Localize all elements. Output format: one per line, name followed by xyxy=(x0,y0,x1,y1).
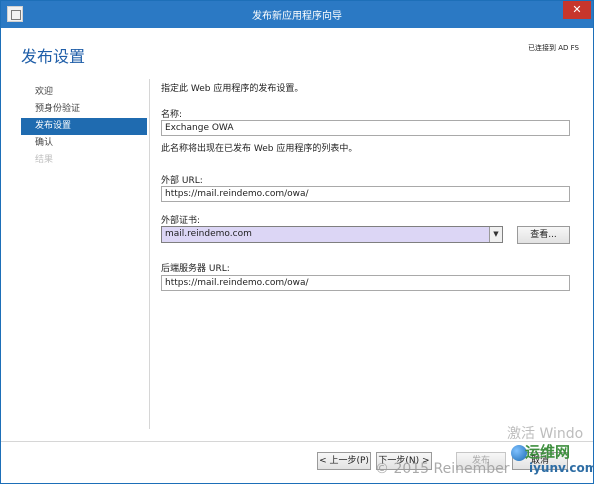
external-certificate-select[interactable]: mail.reindemo.com ▼ xyxy=(161,226,503,243)
copyright-watermark: © 2015 Reinember xyxy=(375,461,510,477)
external-url-input[interactable]: https://mail.reindemo.com/owa/ xyxy=(161,186,570,202)
previous-button[interactable]: < 上一步(P) xyxy=(317,452,371,470)
chevron-down-icon[interactable]: ▼ xyxy=(489,227,502,242)
step-results: 结果 xyxy=(35,155,54,165)
site-logo-cn: 运维网 xyxy=(525,443,571,461)
name-input[interactable]: Exchange OWA xyxy=(161,120,570,136)
step-confirmation[interactable]: 确认 xyxy=(21,135,147,152)
steps-divider xyxy=(149,79,150,429)
page-title: 发布设置 xyxy=(21,47,86,66)
backend-url-input[interactable]: https://mail.reindemo.com/owa/ xyxy=(161,275,570,291)
external-certificate-label: 外部证书: xyxy=(161,216,201,226)
close-button[interactable]: ✕ xyxy=(563,1,591,19)
wizard-window: 发布新应用程序向导 ✕ 发布设置 已连接到 AD FS 欢迎 预身份验证 发布设… xyxy=(0,0,594,484)
site-logo: 运维网 iyunv.com xyxy=(511,441,594,479)
external-url-label: 外部 URL: xyxy=(161,176,203,186)
wizard-steps: 欢迎 预身份验证 发布设置 确认 结果 xyxy=(21,84,147,169)
intro-text: 指定此 Web 应用程序的发布设置。 xyxy=(161,84,304,94)
title-bar[interactable]: 发布新应用程序向导 ✕ xyxy=(1,1,593,28)
connected-server-label: 已连接到 AD FS xyxy=(528,44,579,52)
backend-url-label: 后端服务器 URL: xyxy=(161,264,230,274)
step-publish-settings[interactable]: 发布设置 xyxy=(21,118,147,135)
step-welcome[interactable]: 欢迎 xyxy=(21,84,147,101)
footer-divider xyxy=(1,441,593,442)
name-note: 此名称将出现在已发布 Web 应用程序的列表中。 xyxy=(161,144,358,154)
step-preauthentication[interactable]: 预身份验证 xyxy=(21,101,147,118)
external-certificate-value: mail.reindemo.com xyxy=(165,229,252,239)
name-label: 名称: xyxy=(161,110,183,120)
window-title: 发布新应用程序向导 xyxy=(252,11,342,22)
site-logo-en: iyunv.com xyxy=(529,461,594,475)
activate-windows-watermark: 激活 Windo xyxy=(507,426,584,442)
view-certificate-button[interactable]: 查看... xyxy=(517,226,570,244)
